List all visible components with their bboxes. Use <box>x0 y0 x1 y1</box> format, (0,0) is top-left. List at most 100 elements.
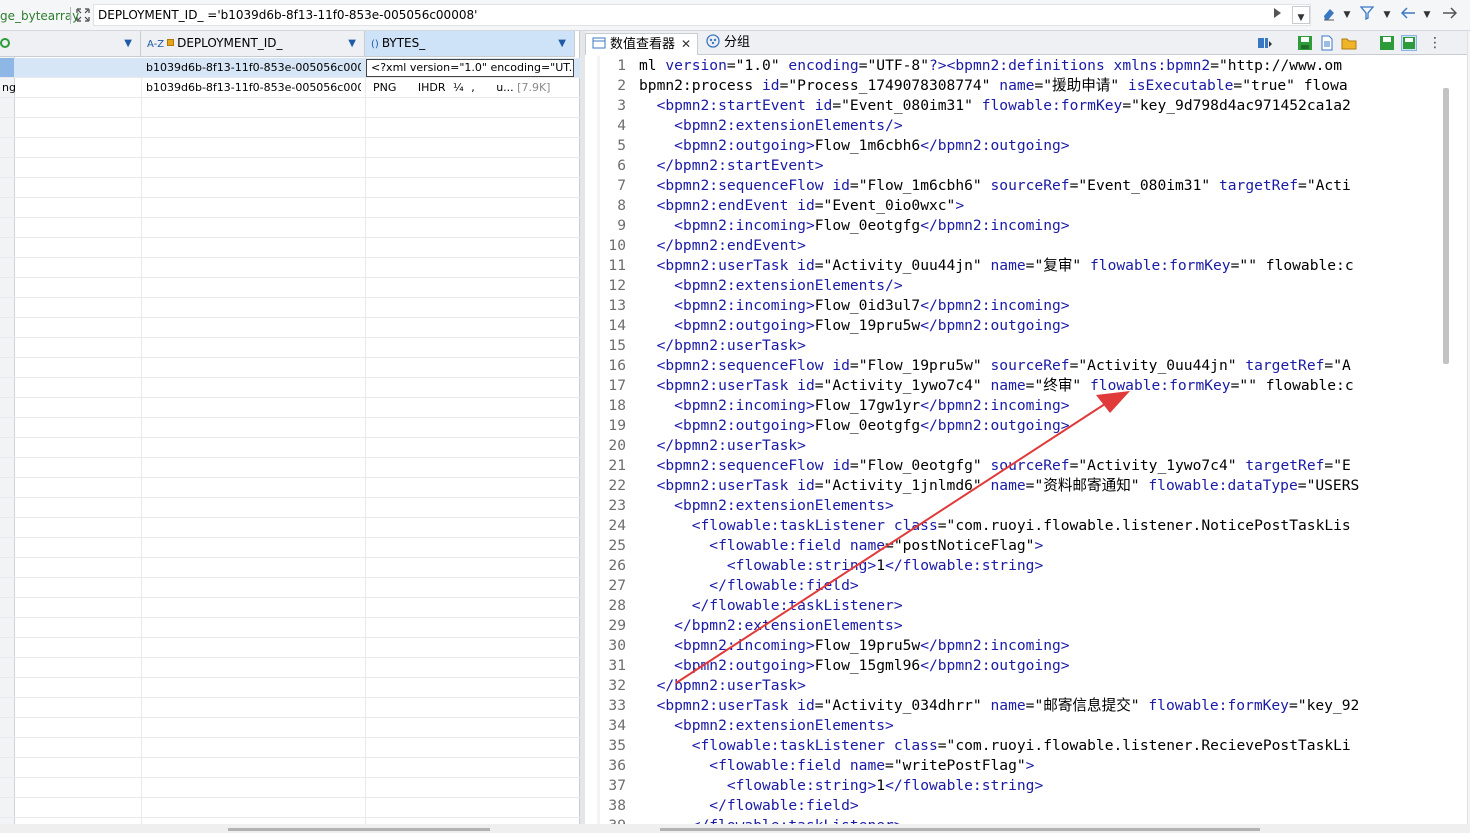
empty-row <box>0 758 580 778</box>
code-text: </bpmn2:extensionElements> <box>674 617 903 634</box>
chevron-down-icon: ▼ <box>1297 13 1305 23</box>
empty-row <box>0 658 580 678</box>
code-text: <flowable:field name="writePostFlag"> <box>709 757 1035 774</box>
vertical-scrollbar-thumb[interactable] <box>1443 88 1449 364</box>
table-row[interactable]: ng b1039d6b-8f13-11f0-853e-005056c00008 … <box>0 78 580 98</box>
line-number: 17 <box>608 377 626 394</box>
bytes-cell[interactable]: PNG IHDR ¼ , u... [7.9K] <box>373 78 573 97</box>
code-text: <bpmn2:userTask id="Activity_1jnlmd6" na… <box>656 477 1360 494</box>
line-number: 34 <box>608 717 626 734</box>
table-row[interactable]: b1039d6b-8f13-11f0-853e-005056c00008 <?x… <box>0 58 580 78</box>
empty-row <box>0 338 580 358</box>
empty-row <box>0 698 580 718</box>
empty-row <box>0 218 580 238</box>
eraser-icon[interactable] <box>1320 6 1338 24</box>
deployment-id-cell[interactable]: b1039d6b-8f13-11f0-853e-005056c00008 <box>146 78 361 97</box>
line-number: 35 <box>608 737 626 754</box>
save-icon[interactable] <box>1379 35 1395 51</box>
empty-row <box>0 578 580 598</box>
code-text: </bpmn2:userTask> <box>656 437 806 454</box>
forward-arrow-icon[interactable] <box>1440 6 1458 24</box>
filter-history-dropdown[interactable]: ▼ <box>1292 6 1310 24</box>
expand-icon[interactable] <box>75 7 91 23</box>
code-text: <bpmn2:outgoing>Flow_1m6cbh6</bpmn2:outg… <box>674 137 1070 154</box>
more-options-icon[interactable]: ⋮ <box>1427 35 1443 51</box>
tab-label: 数值查看器 <box>610 37 676 52</box>
line-number: 15 <box>608 337 626 354</box>
code-text: </bpmn2:startEvent> <box>656 157 824 174</box>
deployment-id-cell[interactable]: b1039d6b-8f13-11f0-853e-005056c00008 <box>146 58 361 77</box>
line-number: 4 <box>617 117 626 134</box>
tab-group[interactable]: 分组 <box>700 33 770 55</box>
group-icon <box>706 34 720 48</box>
line-number: 24 <box>608 517 626 534</box>
column-header-name[interactable]: ▼ <box>0 31 141 57</box>
column-header-deployment-id[interactable]: A-Z DEPLOYMENT_ID_ ▼ <box>141 31 365 57</box>
line-number: 1 <box>617 57 626 74</box>
binary-type-icon: () <box>371 39 379 50</box>
run-filter-icon[interactable] <box>1270 6 1284 24</box>
column-header-label: BYTES_ <box>381 36 426 50</box>
empty-row <box>0 318 580 338</box>
empty-row <box>0 158 580 178</box>
tab-value-viewer[interactable]: 数值查看器 ✕ <box>585 33 698 55</box>
column-header-bytes[interactable]: () BYTES_ ▼ <box>365 31 575 57</box>
name-cell[interactable]: ng <box>2 78 138 97</box>
empty-row <box>0 778 580 798</box>
filter-icon[interactable] <box>1358 6 1376 24</box>
line-number: 33 <box>608 697 626 714</box>
code-text: </flowable:taskListener> <box>691 597 903 614</box>
viewer-horizontal-scrollbar-thumb[interactable] <box>660 828 1260 831</box>
tab-label: 分组 <box>724 35 751 50</box>
chevron-down-icon[interactable]: ▼ <box>1422 6 1432 24</box>
auto-apply-icon[interactable] <box>1401 35 1417 51</box>
back-arrow-icon[interactable] <box>1400 6 1418 24</box>
line-number: 27 <box>608 577 626 594</box>
empty-row <box>0 278 580 298</box>
key-icon <box>167 39 175 46</box>
line-number: 29 <box>608 617 626 634</box>
empty-row <box>0 98 580 118</box>
bytes-cell[interactable]: <?xml version="1.0" encoding="UT... <box>366 59 574 77</box>
line-number: 6 <box>617 157 626 174</box>
chevron-down-icon[interactable]: ▼ <box>348 31 356 56</box>
open-folder-icon[interactable] <box>1341 35 1357 51</box>
code-text: <bpmn2:extensionElements/> <box>674 117 903 134</box>
row-marker <box>0 58 14 77</box>
toolbar-separator <box>70 7 71 24</box>
save-to-file-icon[interactable] <box>1297 35 1313 51</box>
line-number: 28 <box>608 597 626 614</box>
line-number: 37 <box>608 777 626 794</box>
close-icon[interactable]: ✕ <box>681 37 691 51</box>
empty-row <box>0 178 580 198</box>
empty-row <box>0 478 580 498</box>
chevron-down-icon[interactable]: ▼ <box>124 31 132 56</box>
line-number: 5 <box>617 137 626 154</box>
code-text: <flowable:taskListener class="com.ruoyi.… <box>691 517 1351 534</box>
line-number: 16 <box>608 357 626 374</box>
chevron-down-icon[interactable]: ▼ <box>558 31 566 56</box>
line-number: 7 <box>617 177 626 194</box>
chevron-down-icon[interactable]: ▼ <box>1382 6 1392 24</box>
code-text: <bpmn2:userTask id="Activity_034dhrr" na… <box>656 697 1360 714</box>
format-icon[interactable] <box>1257 35 1273 51</box>
code-text: </bpmn2:userTask> <box>656 677 806 694</box>
code-text: <bpmn2:outgoing>Flow_15gml96</bpmn2:outg… <box>674 657 1070 674</box>
code-editor[interactable]: 1 ml version="1.0" encoding="UTF-8"?><bpm… <box>585 56 1470 824</box>
filter-input[interactable]: DEPLOYMENT_ID_ ='b1039d6b-8f13-11f0-853e… <box>93 4 1311 26</box>
empty-row <box>0 378 580 398</box>
empty-row <box>0 558 580 578</box>
result-grid: ▼ A-Z DEPLOYMENT_ID_ ▼ () BYTES_ ▼ b1039d6… <box>0 31 580 824</box>
code-text: <flowable:string>1</flowable:string> <box>726 777 1044 794</box>
line-number: 31 <box>608 657 626 674</box>
code-text: <bpmn2:extensionElements/> <box>674 277 903 294</box>
document-icon[interactable] <box>1319 35 1335 51</box>
grid-horizontal-scrollbar-thumb[interactable] <box>228 828 490 831</box>
chevron-down-icon[interactable]: ▼ <box>1342 6 1352 24</box>
line-number: 32 <box>608 677 626 694</box>
value-viewer-panel: 数值查看器 ✕ 分组 ⋮ 1 ml version="1.0" encoding… <box>585 31 1470 824</box>
empty-row <box>0 118 580 138</box>
code-text: <bpmn2:outgoing>Flow_0eotgfg</bpmn2:outg… <box>674 417 1070 434</box>
filter-bar: ge_bytearray DEPLOYMENT_ID_ ='b1039d6b-8… <box>0 0 1470 31</box>
line-number: 9 <box>617 217 626 234</box>
